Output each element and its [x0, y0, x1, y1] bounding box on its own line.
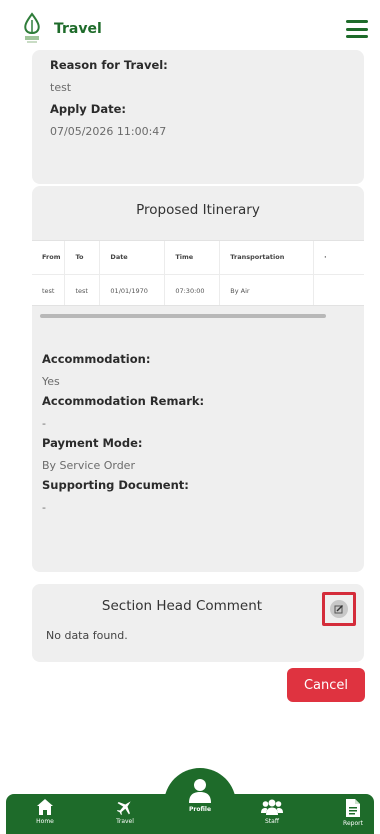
itinerary-card: Proposed Itinerary From To Date Time Tra… — [32, 186, 364, 572]
table-scrollbar[interactable] — [40, 314, 326, 318]
itinerary-title: Proposed Itinerary — [136, 202, 260, 218]
profile-icon — [189, 779, 211, 803]
payment-mode-label: Payment Mode: — [42, 436, 143, 450]
nav-home-label: Home — [36, 818, 54, 825]
col-overflow: · — [313, 241, 364, 275]
table-row: test test 01/01/1970 07:30:00 By Air — [32, 274, 364, 305]
section-head-comment-card: Section Head Comment No data found. — [32, 584, 364, 662]
nav-home[interactable]: Home — [30, 798, 60, 825]
airplane-icon — [116, 801, 131, 816]
cancel-button[interactable]: Cancel — [287, 668, 365, 702]
cell-date: 01/01/1970 — [99, 274, 166, 305]
supporting-document-label: Supporting Document: — [42, 478, 189, 492]
accommodation-label: Accommodation: — [42, 352, 151, 366]
nav-travel-label: Travel — [116, 818, 134, 825]
nav-staff[interactable]: Staff — [255, 798, 289, 825]
payment-mode-value: By Service Order — [42, 459, 135, 472]
col-from: From — [32, 241, 66, 275]
no-data-text: No data found. — [46, 629, 128, 642]
reason-label: Reason for Travel: — [50, 58, 168, 72]
app-logo-icon — [18, 9, 46, 49]
accommodation-remark-label: Accommodation Remark: — [42, 394, 205, 408]
nav-report-label: Report — [343, 820, 363, 827]
cell-time: 07:30:00 — [164, 274, 221, 305]
nav-report[interactable]: Report — [336, 798, 370, 827]
nav-profile[interactable]: Profile — [182, 778, 218, 813]
apply-date-value: 07/05/2026 11:00:47 — [50, 125, 167, 138]
apply-date-label: Apply Date: — [50, 102, 127, 116]
travel-info-card: Reason for Travel: test Apply Date: 07/0… — [32, 50, 364, 184]
reason-value: test — [50, 81, 72, 94]
cell-overflow — [313, 274, 364, 305]
hamburger-menu-icon[interactable] — [346, 20, 368, 38]
comment-edit-button[interactable] — [322, 592, 356, 626]
staff-group-icon — [261, 799, 283, 815]
accommodation-remark-value: - — [42, 417, 46, 430]
cell-to: test — [64, 274, 101, 305]
itinerary-table-wrap[interactable]: From To Date Time Transportation · test … — [32, 240, 364, 306]
supporting-document-value: - — [42, 501, 46, 514]
home-icon — [37, 799, 53, 815]
nav-staff-label: Staff — [265, 818, 279, 825]
nav-travel[interactable]: Travel — [108, 798, 142, 825]
col-to: To — [64, 241, 101, 275]
col-transportation: Transportation — [219, 241, 315, 275]
itinerary-table: From To Date Time Transportation · test … — [32, 241, 364, 305]
comment-title: Section Head Comment — [101, 598, 263, 614]
cell-from: test — [32, 274, 66, 305]
travel-details: Accommodation: Yes Accommodation Remark:… — [32, 352, 204, 514]
col-time: Time — [164, 241, 221, 275]
accommodation-value: Yes — [42, 375, 60, 388]
app-title: Travel — [54, 21, 102, 37]
edit-icon — [330, 600, 348, 618]
report-document-icon — [346, 799, 360, 817]
table-header-row: From To Date Time Transportation · — [32, 241, 364, 275]
nav-profile-label: Profile — [188, 806, 212, 813]
col-date: Date — [99, 241, 166, 275]
cell-transportation: By Air — [219, 274, 315, 305]
